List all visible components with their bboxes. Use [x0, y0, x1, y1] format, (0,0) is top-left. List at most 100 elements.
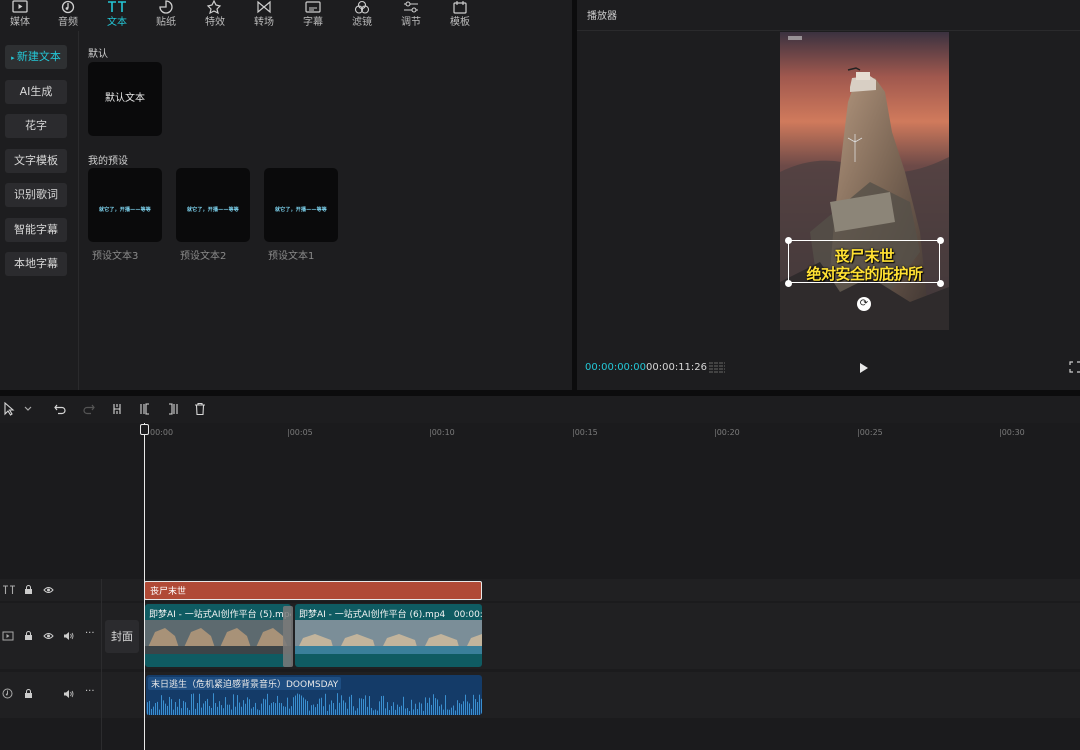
nav-ai-generate[interactable]: AI生成	[5, 80, 67, 104]
tab-template[interactable]: 模板	[440, 0, 480, 31]
default-text-card[interactable]: 默认文本	[88, 62, 162, 136]
resize-handle[interactable]	[785, 237, 792, 244]
ruler-tick: |00:10	[429, 428, 455, 437]
waveform-bar	[251, 708, 252, 715]
fullscreen-icon[interactable]	[1069, 360, 1080, 374]
video-clip[interactable]: 即梦AI - 一站式AI创作平台 (5).mp4	[145, 604, 291, 667]
tab-effects[interactable]: 特效	[195, 0, 235, 31]
nav-new-text[interactable]: ▸ 新建文本	[5, 45, 67, 69]
nav-smart-subtitle[interactable]: 智能字幕	[5, 218, 67, 242]
waveform-bar	[193, 693, 194, 715]
timeline-grid-icon[interactable]	[708, 361, 726, 374]
waveform-bar	[299, 694, 300, 715]
ruler-tick: |00:30	[999, 428, 1025, 437]
trim-left-icon[interactable]	[138, 402, 152, 416]
duration-timecode: 00:00:11:26	[646, 362, 708, 373]
play-icon[interactable]	[858, 361, 870, 375]
more-icon[interactable]: ···	[85, 686, 95, 697]
playhead-handle[interactable]	[140, 424, 149, 435]
waveform-bar	[215, 702, 216, 715]
waveform-bar	[399, 706, 400, 715]
tab-transition[interactable]: 转场	[244, 0, 284, 31]
tab-label: 文本	[107, 17, 127, 28]
split-icon[interactable]	[110, 402, 124, 416]
tab-label: 音频	[58, 17, 78, 28]
rotate-handle-icon[interactable]: ⟳	[857, 297, 871, 311]
waveform-bar	[183, 700, 184, 715]
waveform-bar	[425, 697, 426, 715]
trim-right-icon[interactable]	[166, 402, 180, 416]
waveform-bar	[389, 710, 390, 715]
waveform-bar	[191, 694, 192, 715]
video-preview[interactable]: 丧尸末世 绝对安全的庇护所 ⟳	[780, 32, 949, 330]
playhead[interactable]	[144, 423, 145, 750]
waveform-bar	[207, 698, 208, 715]
waveform-bar	[167, 705, 168, 715]
waveform-bar	[223, 708, 224, 715]
chevron-down-icon[interactable]	[23, 405, 33, 413]
waveform-bar	[291, 706, 292, 715]
text-selection-box[interactable]	[788, 240, 940, 283]
tab-audio[interactable]: 音频	[48, 0, 88, 31]
waveform-bar	[147, 702, 148, 715]
nav-local-subtitle[interactable]: 本地字幕	[5, 252, 67, 276]
tab-subtitle[interactable]: 字幕	[293, 0, 333, 31]
cover-button[interactable]: 封面	[105, 620, 139, 653]
waveform-bar	[375, 709, 376, 715]
nav-text-template[interactable]: 文字模板	[5, 149, 67, 173]
audio-clip[interactable]: 末日逃生（危机紧迫感背景音乐）DOOMSDAY	[146, 675, 482, 715]
waveform-bar	[187, 707, 188, 715]
waveform-bar	[335, 709, 336, 715]
tab-media[interactable]: 媒体	[0, 0, 40, 31]
waveform-bar	[467, 701, 468, 715]
preset-card[interactable]: 就它了，开播——等等	[88, 168, 162, 242]
waveform-bar	[181, 708, 182, 715]
waveform-bar	[357, 708, 358, 715]
waveform-bar	[415, 703, 416, 715]
waveform-bar	[227, 704, 228, 715]
tab-sticker[interactable]: 贴纸	[146, 0, 186, 31]
delete-icon[interactable]	[193, 402, 207, 416]
resize-handle[interactable]	[785, 280, 792, 287]
tab-adjust[interactable]: 调节	[391, 0, 431, 31]
nav-lyrics-recognition[interactable]: 识别歌词	[5, 183, 67, 207]
waveform-bar	[287, 697, 288, 715]
preset-card[interactable]: 就它了，开播——等等	[264, 168, 338, 242]
lock-icon[interactable]	[24, 585, 33, 595]
resize-handle[interactable]	[937, 237, 944, 244]
volume-icon[interactable]	[63, 689, 74, 699]
redo-icon[interactable]	[82, 402, 96, 416]
lock-icon[interactable]	[24, 631, 33, 641]
waveform-bar	[197, 703, 198, 715]
lock-icon[interactable]	[24, 689, 33, 699]
waveform-bar	[417, 709, 418, 715]
volume-icon[interactable]	[63, 631, 74, 641]
waveform-bar	[463, 701, 464, 715]
resize-handle[interactable]	[937, 280, 944, 287]
eye-icon[interactable]	[43, 632, 54, 640]
media-icon	[12, 0, 28, 13]
more-icon[interactable]: ···	[85, 628, 95, 639]
waveform-bar	[407, 708, 408, 715]
waveform-bar	[349, 696, 350, 715]
timeline[interactable]: 00:00 |00:05 |00:10 |00:15 |00:20 |00:25…	[0, 423, 1080, 750]
nav-fancy-text[interactable]: 花字	[5, 114, 67, 138]
tab-text[interactable]: 文本	[97, 0, 137, 31]
select-cursor-icon[interactable]	[3, 402, 17, 416]
preset-card[interactable]: 就它了，开播——等等	[176, 168, 250, 242]
text-clip-label: 丧尸末世	[150, 587, 187, 597]
text-clip[interactable]: 丧尸末世	[144, 581, 482, 600]
waveform-bar	[199, 693, 200, 715]
tab-filter[interactable]: 滤镜	[342, 0, 382, 31]
transition-marker[interactable]	[283, 606, 293, 667]
video-clip[interactable]: 即梦AI - 一站式AI创作平台 (6).mp4 00:00:06:	[295, 604, 482, 667]
card-label: 默认文本	[105, 93, 145, 104]
text-icon	[108, 1, 126, 12]
track-header-divider	[101, 579, 102, 750]
eye-icon[interactable]	[43, 586, 54, 594]
waveform-bar	[253, 706, 254, 715]
waveform-bar	[331, 700, 332, 715]
waveform-bar	[457, 700, 458, 715]
waveform-bar	[195, 708, 196, 715]
undo-icon[interactable]	[53, 402, 67, 416]
